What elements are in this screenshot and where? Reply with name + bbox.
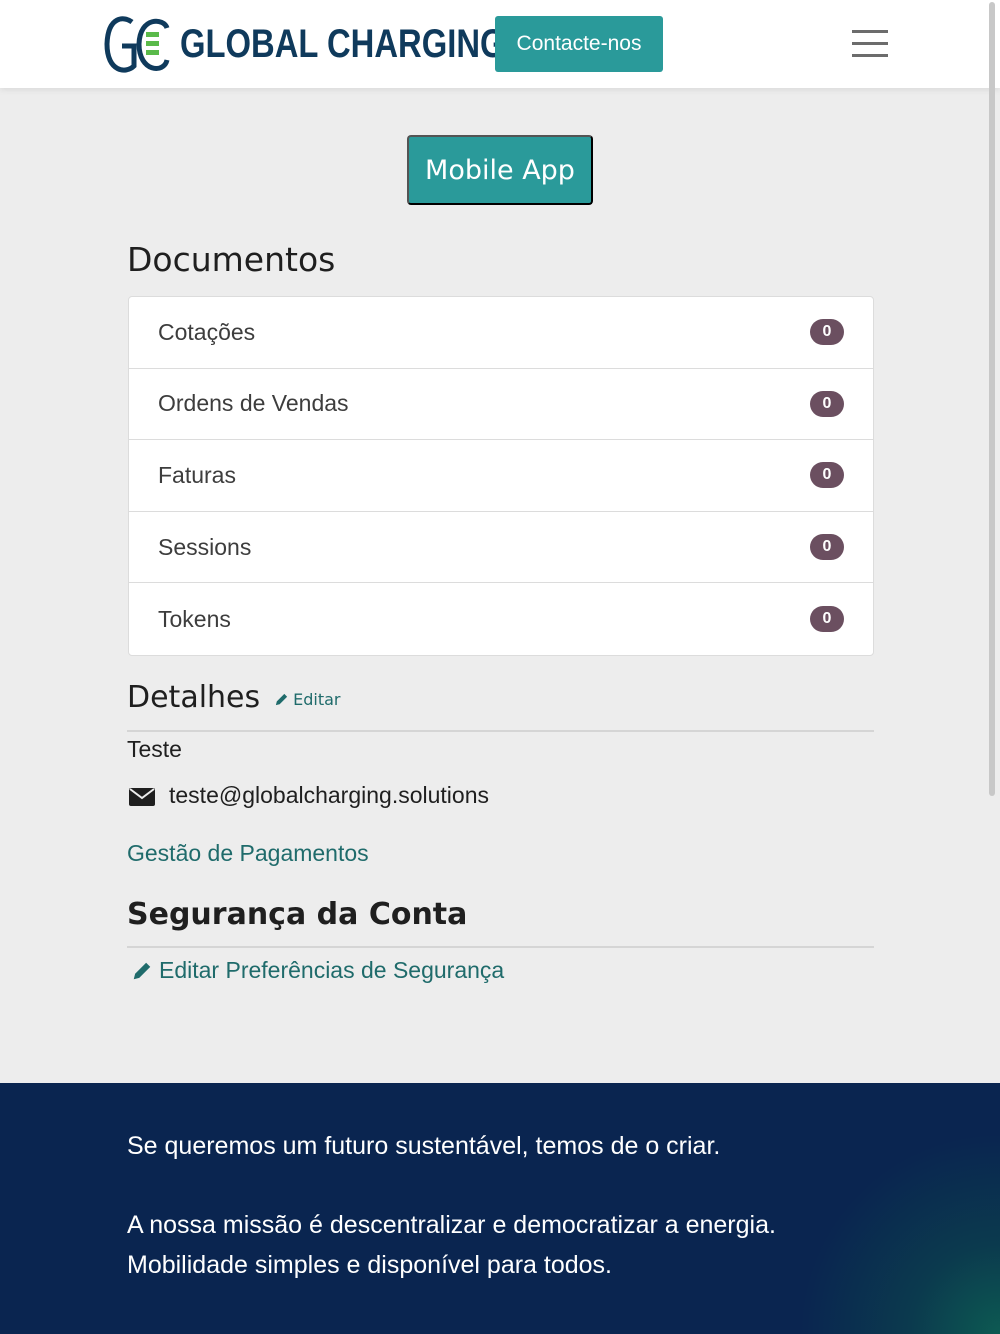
count-badge: 0	[810, 390, 844, 417]
site-header: GLOBAL CHARGING Contacte-nos	[0, 0, 1000, 88]
doc-item-label: Tokens	[158, 605, 231, 632]
footer-line: Mobilidade simples e disponível para tod…	[127, 1251, 612, 1279]
documents-list: Cotações 0 Ordens de Vendas 0 Faturas 0 …	[128, 296, 874, 656]
doc-item-invoices[interactable]: Faturas 0	[129, 440, 873, 512]
mobile-app-button[interactable]: Mobile App	[407, 135, 593, 205]
details-heading: Detalhes Editar	[127, 680, 341, 715]
site-footer: Se queremos um futuro sustentável, temos…	[0, 1083, 1000, 1334]
contact-button[interactable]: Contacte-nos	[495, 16, 663, 72]
count-badge: 0	[810, 606, 844, 633]
payments-management-link[interactable]: Gestão de Pagamentos	[127, 840, 369, 867]
doc-item-quotes[interactable]: Cotações 0	[129, 297, 873, 369]
hamburger-icon[interactable]	[852, 28, 892, 60]
footer-line: Se queremos um futuro sustentável, temos…	[127, 1132, 721, 1160]
footer-line: A nossa missão é descentralizar e democr…	[127, 1211, 776, 1239]
security-link-label: Editar Preferências de Segurança	[159, 957, 505, 983]
divider	[127, 946, 874, 948]
doc-item-label: Cotações	[158, 318, 256, 345]
envelope-icon	[129, 787, 155, 806]
edit-details-link[interactable]: Editar	[274, 690, 341, 709]
count-badge: 0	[810, 462, 844, 489]
user-email-row: teste@globalcharging.solutions	[129, 782, 489, 809]
edit-security-link[interactable]: Editar Preferências de Segurança	[131, 957, 504, 984]
count-badge: 0	[810, 319, 844, 346]
user-email: teste@globalcharging.solutions	[169, 782, 489, 808]
doc-item-sales-orders[interactable]: Ordens de Vendas 0	[129, 369, 873, 441]
pencil-icon	[133, 962, 151, 979]
logo-mark-icon	[104, 16, 170, 73]
documents-title: Documentos	[127, 240, 336, 279]
security-title: Segurança da Conta	[127, 897, 468, 932]
details-title: Detalhes	[127, 680, 261, 715]
doc-item-label: Sessions	[158, 533, 252, 560]
brand-name: GLOBAL CHARGING	[180, 21, 506, 66]
doc-item-label: Faturas	[158, 461, 236, 488]
divider	[127, 730, 874, 732]
count-badge: 0	[810, 534, 844, 561]
doc-item-sessions[interactable]: Sessions 0	[129, 512, 873, 584]
doc-item-tokens[interactable]: Tokens 0	[129, 583, 873, 655]
edit-label: Editar	[293, 690, 341, 709]
doc-item-label: Ordens de Vendas	[158, 390, 349, 417]
pencil-icon	[276, 693, 288, 706]
scrollbar[interactable]	[989, 2, 995, 796]
user-name: Teste	[127, 736, 182, 762]
